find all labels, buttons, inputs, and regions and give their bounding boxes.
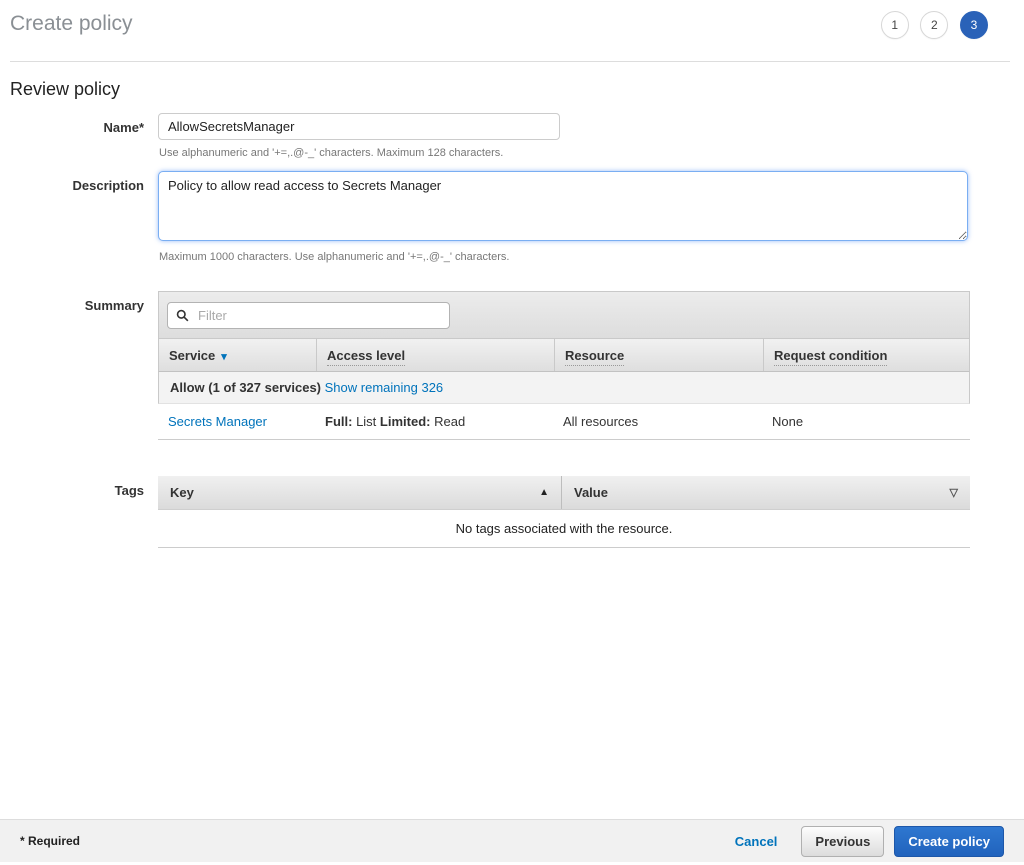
column-header-service[interactable]: Service ▾ xyxy=(159,339,316,371)
policy-name-input[interactable] xyxy=(158,113,560,140)
key-column-label: Key xyxy=(170,485,194,500)
service-cell: Secrets Manager xyxy=(158,404,315,439)
search-icon xyxy=(176,309,189,322)
tags-table-header: Key ▲ Value ▽ xyxy=(158,476,970,510)
step-indicator: 1 2 3 xyxy=(873,11,988,39)
step-1[interactable]: 1 xyxy=(881,11,909,39)
summary-table: Service ▾ Access level Resource Request c… xyxy=(158,291,970,440)
access-full-label: Full: xyxy=(325,414,352,429)
show-remaining-link[interactable]: Show remaining 326 xyxy=(325,380,444,395)
value-column-label: Value xyxy=(574,485,608,500)
column-header-value[interactable]: Value ▽ xyxy=(562,476,970,509)
allow-group-text: Allow (1 of 327 services) xyxy=(170,380,321,395)
required-note: * Required xyxy=(20,834,80,848)
footer-actions: Cancel Previous Create policy xyxy=(735,826,1004,857)
step-3-active: 3 xyxy=(960,11,988,39)
name-helper-text: Use alphanumeric and '+=,.@-_' character… xyxy=(159,147,1024,159)
sort-ascending-icon: ▲ xyxy=(539,487,549,498)
tags-empty-message: No tags associated with the resource. xyxy=(158,510,970,548)
allow-group-row: Allow (1 of 327 services) Show remaining… xyxy=(158,372,970,404)
access-limited-value: Read xyxy=(434,414,465,429)
tags-row: Tags Key ▲ Value ▽ No tags associated wi… xyxy=(10,476,1024,548)
description-row: Description Policy to allow read access … xyxy=(10,171,1024,275)
access-level-cell: Full: List Limited: Read xyxy=(315,404,553,439)
service-column-label: Service xyxy=(169,348,215,363)
step-2[interactable]: 2 xyxy=(920,11,948,39)
policy-description-textarea[interactable]: Policy to allow read access to Secrets M… xyxy=(158,171,968,241)
review-policy-heading: Review policy xyxy=(10,79,1024,100)
description-label: Description xyxy=(10,171,158,275)
filter-input[interactable] xyxy=(196,307,441,324)
caret-down-icon: ▾ xyxy=(221,351,227,363)
summary-label: Summary xyxy=(10,291,158,440)
description-field: Policy to allow read access to Secrets M… xyxy=(158,171,1024,275)
tags-table: Key ▲ Value ▽ No tags associated with th… xyxy=(158,476,970,548)
request-condition-cell: None xyxy=(762,404,970,439)
column-header-key[interactable]: Key ▲ xyxy=(158,476,562,509)
resource-column-label: Resource xyxy=(565,348,624,366)
summary-field: Service ▾ Access level Resource Request c… xyxy=(158,291,1024,440)
column-header-resource[interactable]: Resource xyxy=(554,339,763,371)
create-policy-page: Create policy 1 2 3 Review policy Name* … xyxy=(0,0,1024,865)
create-policy-button[interactable]: Create policy xyxy=(894,826,1004,857)
access-level-column-label: Access level xyxy=(327,348,405,366)
tags-field: Key ▲ Value ▽ No tags associated with th… xyxy=(158,476,1024,548)
column-header-request-condition[interactable]: Request condition xyxy=(763,339,969,371)
description-helper-text: Maximum 1000 characters. Use alphanumeri… xyxy=(159,251,1024,263)
access-full-value: List xyxy=(356,414,376,429)
table-row: Secrets Manager Full: List Limited: Read… xyxy=(158,404,970,440)
page-title: Create policy xyxy=(10,0,133,36)
service-link[interactable]: Secrets Manager xyxy=(168,414,267,429)
filter-box[interactable] xyxy=(167,302,450,329)
sort-toggle-icon: ▽ xyxy=(950,486,958,499)
main-content: Review policy Name* Use alphanumeric and… xyxy=(0,79,1024,548)
request-condition-column-label: Request condition xyxy=(774,348,887,366)
page-header: Create policy 1 2 3 xyxy=(10,0,1010,62)
previous-button[interactable]: Previous xyxy=(801,826,884,857)
cancel-button[interactable]: Cancel xyxy=(735,834,778,849)
column-header-access-level[interactable]: Access level xyxy=(316,339,554,371)
tags-label: Tags xyxy=(10,476,158,548)
name-label: Name* xyxy=(10,113,158,171)
name-row: Name* Use alphanumeric and '+=,.@-_' cha… xyxy=(10,113,1024,171)
summary-table-header: Service ▾ Access level Resource Request c… xyxy=(158,338,970,372)
summary-row: Summary Service ▾ xyxy=(10,291,1024,440)
resource-cell: All resources xyxy=(553,404,762,439)
name-field: Use alphanumeric and '+=,.@-_' character… xyxy=(158,113,1024,171)
access-limited-label: Limited: xyxy=(380,414,431,429)
summary-toolbar xyxy=(158,291,970,338)
wizard-footer: * Required Cancel Previous Create policy xyxy=(0,819,1024,862)
